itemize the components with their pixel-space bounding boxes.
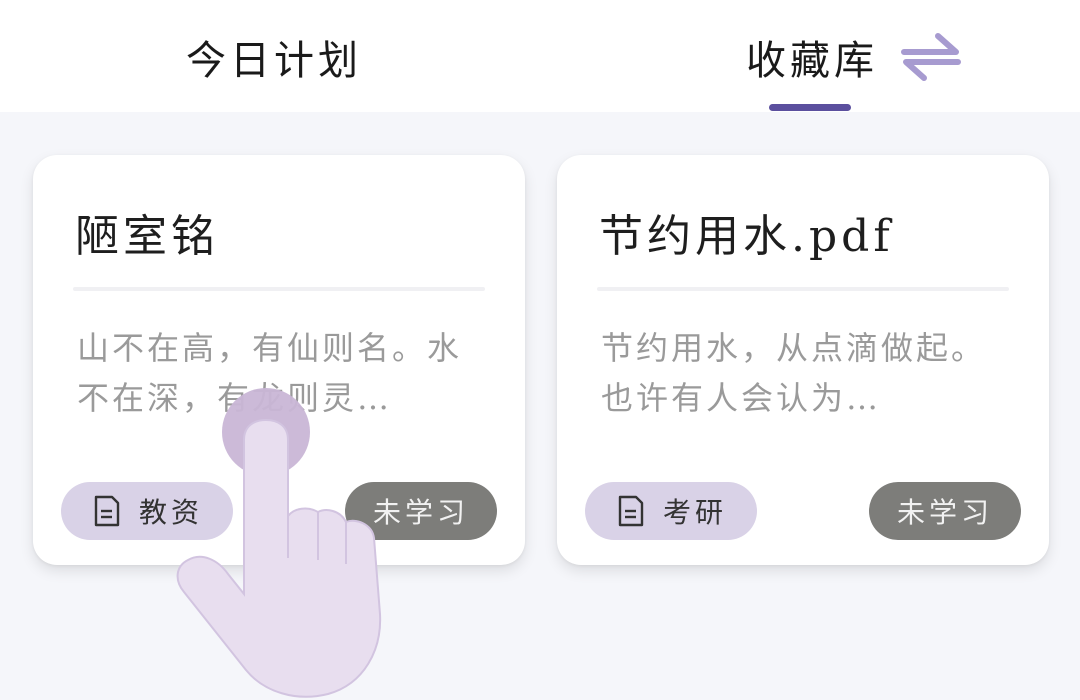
category-tag[interactable]: 教资 [61,482,233,540]
tab-favorites[interactable]: 收藏库 [746,28,878,86]
card-title: 陋室铭 [75,211,219,262]
document-icon [94,495,120,527]
card-excerpt: 山不在高，有仙则名。水不在深，有龙则灵… [77,329,463,417]
tag-label: 教资 [139,496,204,529]
category-tag[interactable]: 考研 [585,482,757,540]
active-tab-indicator [769,104,851,111]
card-divider [73,287,485,291]
study-status-badge[interactable]: 未学习 [869,482,1021,540]
material-card[interactable]: 节约用水.pdf 节约用水，从点滴做起。也许有人会认为… 考研 未学习 [557,155,1049,565]
swap-arrows-icon[interactable] [900,32,962,82]
material-card[interactable]: 陋室铭 山不在高，有仙则名。水不在深，有龙则灵… 教资 未学习 [33,155,525,565]
tab-today-plan[interactable]: 今日计划 [186,28,362,86]
card-title: 节约用水.pdf [599,211,894,262]
study-status-badge[interactable]: 未学习 [345,482,497,540]
tag-label: 考研 [663,496,728,529]
top-bar: 今日计划 收藏库 [0,0,1080,112]
card-divider [597,287,1009,291]
document-icon [618,495,644,527]
card-excerpt: 节约用水，从点滴做起。也许有人会认为… [601,329,987,417]
